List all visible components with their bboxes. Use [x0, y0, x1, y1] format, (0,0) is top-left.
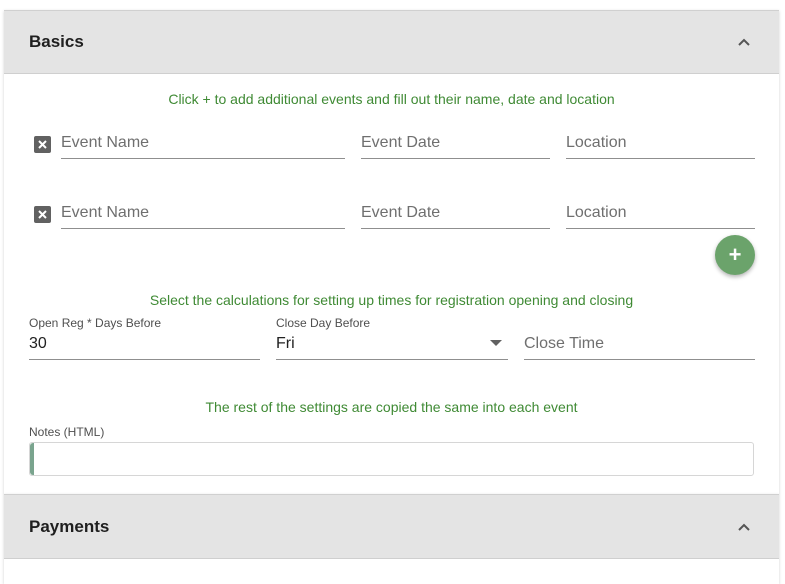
- basics-header[interactable]: Basics: [4, 10, 779, 74]
- close-icon: [34, 136, 51, 153]
- remove-event-1-button[interactable]: [34, 136, 51, 153]
- event-name-input-2[interactable]: Event Name: [61, 196, 345, 229]
- basics-panel: [4, 10, 779, 494]
- add-event-button[interactable]: +: [715, 235, 755, 275]
- add-icon: +: [728, 242, 742, 267]
- location-input-1[interactable]: Location: [566, 126, 755, 159]
- event-date-placeholder: Event Date: [361, 134, 441, 151]
- dropdown-arrow-icon: [490, 340, 502, 346]
- close-time-input[interactable]: Close Time: [524, 327, 755, 360]
- close-day-select[interactable]: Fri: [276, 327, 508, 360]
- close-icon: [34, 206, 51, 223]
- open-reg-days-input[interactable]: 30: [29, 327, 260, 360]
- close-day-value: Fri: [276, 335, 295, 352]
- notes-html-input[interactable]: [29, 442, 754, 476]
- event-date-input-1[interactable]: Event Date: [361, 126, 550, 159]
- event-name-input-1[interactable]: Event Name: [61, 126, 345, 159]
- location-input-2[interactable]: Location: [566, 196, 755, 229]
- payments-title: Payments: [29, 516, 110, 536]
- basics-title: Basics: [29, 32, 84, 51]
- events-instruction: Click + to add additional events and fil…: [168, 91, 615, 107]
- chevron-up-icon[interactable]: [737, 520, 751, 534]
- remove-event-2-button[interactable]: [34, 206, 51, 223]
- event-date-placeholder: Event Date: [361, 204, 441, 221]
- event-date-input-2[interactable]: Event Date: [361, 196, 550, 229]
- event-name-placeholder: Event Name: [61, 134, 150, 151]
- close-time-placeholder: Close Time: [524, 335, 605, 352]
- location-placeholder: Location: [566, 204, 627, 221]
- open-reg-value: 30: [29, 335, 47, 352]
- calc-instruction: Select the calculations for setting up t…: [149, 292, 634, 308]
- location-placeholder: Location: [566, 134, 627, 151]
- notes-focus-bar: [30, 443, 34, 475]
- chevron-up-icon[interactable]: [737, 35, 751, 49]
- copy-note: The rest of the settings are copied the …: [205, 399, 578, 415]
- event-name-placeholder: Event Name: [61, 204, 150, 221]
- notes-label: Notes (HTML): [29, 425, 105, 439]
- payments-header[interactable]: Payments: [4, 494, 779, 559]
